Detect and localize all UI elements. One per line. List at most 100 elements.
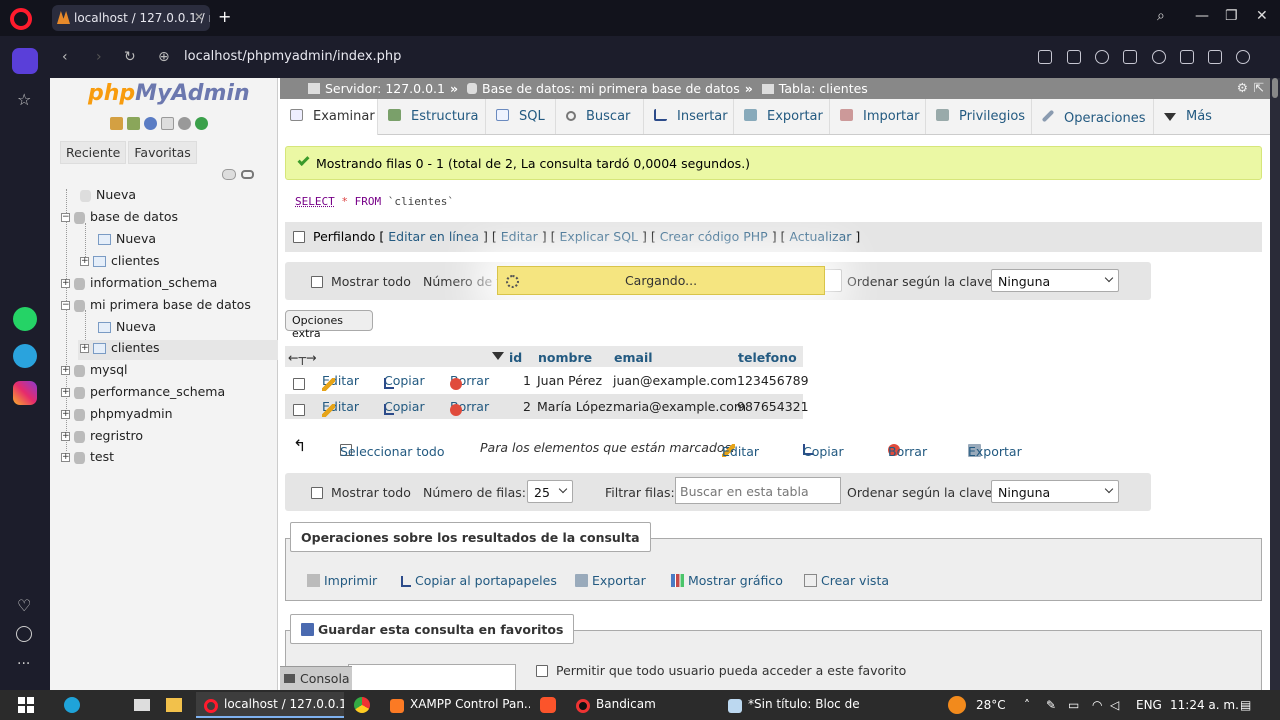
forward-icon[interactable]: › xyxy=(96,49,102,65)
allow-all-checkbox[interactable] xyxy=(536,665,548,677)
create-view-button[interactable]: Crear vista xyxy=(804,573,889,588)
expand-node-icon[interactable]: + xyxy=(61,453,70,462)
profiling-checkbox[interactable] xyxy=(293,231,305,243)
show-chart-button[interactable]: Mostrar gráfico xyxy=(671,573,783,588)
tree-item-db[interactable]: + performance_schema xyxy=(61,384,225,404)
nav-tab-favorites[interactable]: Favoritas xyxy=(128,141,197,164)
bookmark-label-input[interactable] xyxy=(348,664,516,690)
battery-icon[interactable]: ▭ xyxy=(1068,698,1079,712)
tree-item-db-active[interactable]: − mi primera base de datos xyxy=(61,297,251,317)
camera-icon[interactable] xyxy=(1067,50,1081,64)
expand-node-icon[interactable]: + xyxy=(61,366,70,375)
phpmyadmin-logo[interactable]: phpMyAdmin xyxy=(88,81,250,106)
taskbar-bandicam[interactable]: Bandicam xyxy=(568,692,716,718)
reload-nav-icon[interactable] xyxy=(195,117,208,130)
search-icon[interactable]: ⌕ xyxy=(1157,8,1165,24)
extra-options-button[interactable]: Opciones extra xyxy=(285,310,373,340)
settings-gear-icon[interactable] xyxy=(178,117,191,130)
show-all-toggle[interactable]: Mostrar todo xyxy=(311,485,411,500)
create-php-link[interactable]: Crear código PHP xyxy=(660,229,768,244)
copy-clipboard-button[interactable]: Copiar al portapapeles xyxy=(401,573,557,588)
show-all-checkbox[interactable] xyxy=(311,276,323,288)
reload-icon[interactable]: ↻ xyxy=(124,49,136,65)
expand-node-icon[interactable]: + xyxy=(80,257,89,266)
history-icon[interactable] xyxy=(16,626,32,642)
breadcrumb-table[interactable]: Tabla: clientes xyxy=(779,81,868,96)
allow-all-toggle[interactable]: Permitir que todo usuario pueda acceder … xyxy=(536,663,906,678)
telegram-icon[interactable] xyxy=(13,344,37,368)
link-with-main-icon[interactable] xyxy=(241,170,254,179)
tree-item-table[interactable]: + clientes xyxy=(80,253,160,273)
edge-icon[interactable] xyxy=(64,697,80,713)
collapse-top-icon[interactable]: ⇱ xyxy=(1254,80,1264,95)
whatsapp-icon[interactable] xyxy=(13,307,37,331)
row-delete-link[interactable]: Borrar xyxy=(450,399,489,416)
favorites-heart-icon[interactable] xyxy=(1152,50,1166,64)
home-icon[interactable] xyxy=(110,117,123,130)
tab-import[interactable]: Importar xyxy=(830,99,926,134)
tree-item-db[interactable]: − base de datos xyxy=(61,209,178,229)
back-icon[interactable]: ‹ xyxy=(62,49,68,65)
profile-icon[interactable] xyxy=(1236,50,1250,64)
tree-item-db[interactable]: + information_schema xyxy=(61,275,217,295)
close-window-icon[interactable]: ✕ xyxy=(1256,8,1268,24)
sort-select-top[interactable]: Ninguna xyxy=(991,269,1119,292)
expand-node-icon[interactable]: + xyxy=(61,388,70,397)
breadcrumb-database[interactable]: Base de datos: mi primera base de datos xyxy=(482,81,740,96)
tab-browse[interactable]: Examinar xyxy=(280,99,378,135)
tab-more[interactable]: Más xyxy=(1154,99,1224,134)
notifications-icon[interactable]: ▤ xyxy=(1240,698,1251,712)
row-edit-link[interactable]: Editar xyxy=(322,373,359,391)
num-rows-select[interactable]: 25 xyxy=(527,480,573,503)
tab-insert[interactable]: Insertar xyxy=(644,99,734,134)
collapse-node-icon[interactable]: − xyxy=(61,301,70,310)
show-all-toggle[interactable]: Mostrar todo xyxy=(311,274,411,289)
sql-query[interactable]: SELECT * FROM `clientes` xyxy=(285,182,1262,218)
clock[interactable]: 11:24 a. m. xyxy=(1170,698,1239,712)
expand-node-icon[interactable]: + xyxy=(61,410,70,419)
chrome-icon[interactable] xyxy=(354,697,370,713)
collapse-node-icon[interactable]: − xyxy=(61,213,70,222)
temperature[interactable]: 28°C xyxy=(976,698,1006,712)
row-edit-link[interactable]: Editar xyxy=(322,399,359,417)
easy-setup-icon[interactable] xyxy=(1208,50,1222,64)
cell-nombre[interactable]: María López xyxy=(537,399,612,414)
explorer-icon[interactable] xyxy=(166,698,182,712)
edit-inline-link[interactable]: Editar en línea xyxy=(388,229,479,244)
flow-icon[interactable] xyxy=(1123,50,1137,64)
cell-email[interactable]: maria@example.com xyxy=(613,399,746,414)
tree-item-db[interactable]: + phpmyadmin xyxy=(61,406,173,426)
cell-id[interactable]: 1 xyxy=(523,373,531,388)
edit-page-icon[interactable] xyxy=(1038,50,1052,64)
logout-icon[interactable] xyxy=(127,117,140,130)
collapse-all-icon[interactable] xyxy=(222,169,236,180)
volume-icon[interactable]: ◁ xyxy=(1110,698,1119,712)
brave-icon[interactable] xyxy=(540,697,556,713)
row-delete-link[interactable]: Borrar xyxy=(450,373,489,390)
browser-tab[interactable]: localhost / 127.0.0.1 / mi p ✕ xyxy=(52,5,210,31)
cell-email[interactable]: juan@example.com xyxy=(613,373,737,388)
heart-icon[interactable]: ♡ xyxy=(17,596,31,615)
site-info-icon[interactable]: ⊕ xyxy=(158,49,170,65)
new-tab-icon[interactable]: + xyxy=(218,9,231,25)
column-id[interactable]: id xyxy=(509,350,522,365)
filter-rows-input[interactable]: Buscar en esta tabla xyxy=(675,477,841,504)
language-indicator[interactable]: ENG xyxy=(1136,698,1162,712)
tree-item-new-table[interactable]: Nueva xyxy=(98,319,156,339)
breadcrumb-server[interactable]: Servidor: 127.0.0.1 xyxy=(325,81,445,96)
sort-select[interactable]: Ninguna xyxy=(991,480,1119,503)
row-copy-link[interactable]: Copiar xyxy=(384,399,425,415)
home-icon[interactable] xyxy=(12,48,38,74)
row-copy-link[interactable]: Copiar xyxy=(384,373,425,389)
tree-item-new[interactable]: Nueva xyxy=(80,187,136,207)
settings-gear-icon[interactable]: ⚙ xyxy=(1237,80,1248,95)
tray-chevron-icon[interactable]: ˄ xyxy=(1024,698,1030,712)
export-results-button[interactable]: Exportar xyxy=(575,573,646,588)
mail-icon[interactable] xyxy=(134,699,150,711)
pen-icon[interactable]: ✎ xyxy=(1046,698,1056,712)
expand-node-icon[interactable]: + xyxy=(61,279,70,288)
print-button[interactable]: Imprimir xyxy=(307,573,377,588)
adblock-icon[interactable] xyxy=(1095,50,1109,64)
expand-node-icon[interactable]: + xyxy=(80,344,89,353)
minimize-icon[interactable]: — xyxy=(1195,8,1209,24)
